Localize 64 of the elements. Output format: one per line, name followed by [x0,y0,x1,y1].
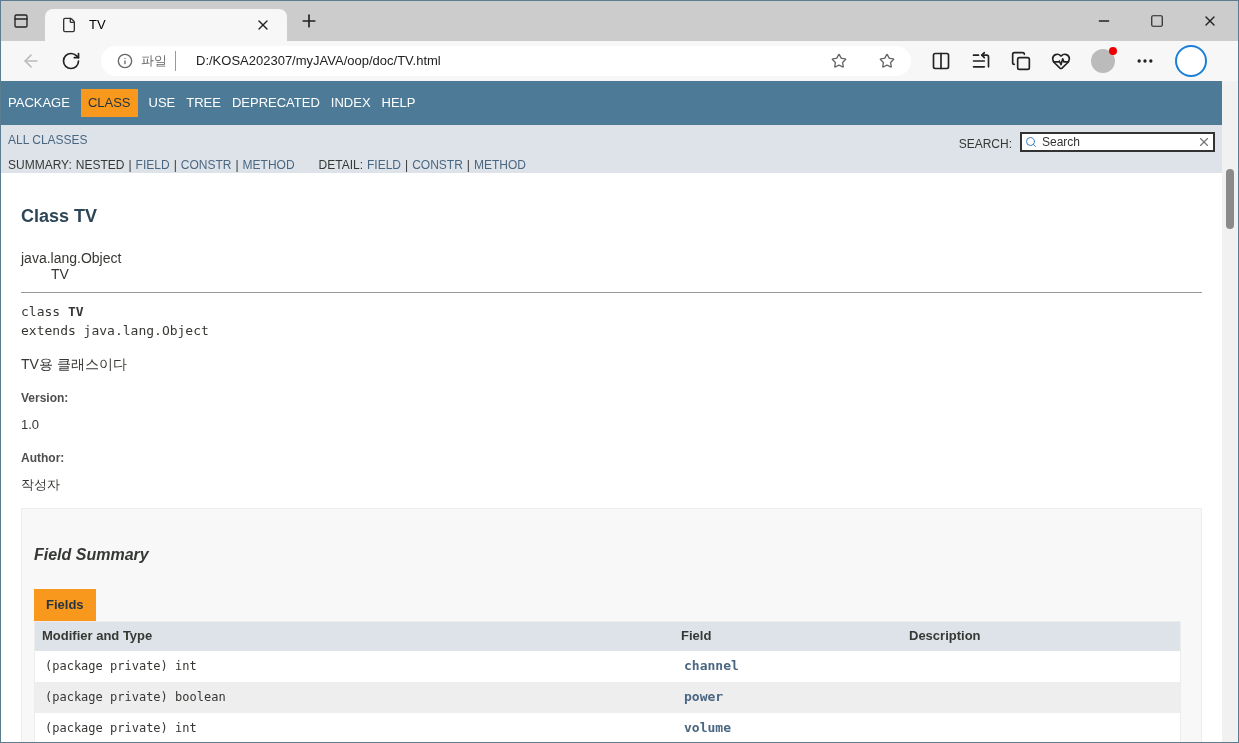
nav-tab[interactable]: CLASS [80,89,138,117]
subnav-link[interactable]: CONSTR [412,156,463,174]
member-name-link[interactable]: volume [684,718,731,738]
class-signature: class TV [21,303,84,321]
subnav-link[interactable]: METHOD [242,156,295,174]
health-icon[interactable] [1051,51,1071,71]
separator: | [128,157,132,174]
separator: | [173,157,177,174]
search-label: SEARCH: [958,136,1012,153]
column-header: Description [909,627,982,646]
nav-tab[interactable]: INDEX [330,89,371,117]
tag-label: Author: [21,449,65,467]
field-summary-heading: Field Summary [34,545,149,565]
nav-tab[interactable]: TREE [186,89,221,117]
separator: | [405,157,409,174]
column-header: Field [681,627,713,646]
subnav-link[interactable]: METHOD [473,156,526,174]
favorites-icon[interactable] [971,51,991,71]
collections-icon[interactable] [1011,51,1031,71]
field-type: (package private) int [45,720,198,737]
nav-tab[interactable]: PACKAGE [8,89,70,117]
address-url: D:/KOSA202307/myJAVA/oop/doc/TV.html [196,52,442,71]
nav-tab[interactable]: DEPRECATED [231,89,320,117]
maximize-icon[interactable] [1150,14,1164,28]
class-title: Class TV [21,205,99,228]
fields-caption: Fields [34,589,96,621]
favorite-star-icon[interactable] [879,53,895,69]
browser-tab[interactable]: TV [45,9,287,41]
all-classes-link[interactable]: ALL CLASSES [8,131,959,149]
column-header: Modifier and Type [42,627,154,646]
inheritance-item: java.lang.Object [21,250,122,266]
separator: | [235,157,239,174]
subnav-text: NESTED [75,157,125,174]
class-signature: extends java.lang.Object [21,322,209,340]
tag-value: 1.0 [21,416,40,434]
member-name-link[interactable]: power [684,687,724,707]
nav-tab[interactable]: USE [148,89,176,117]
summary-label: DETAIL: [318,157,363,174]
profile-avatar[interactable] [1091,49,1115,73]
split-screen-icon[interactable] [931,51,951,71]
reload-icon[interactable] [61,51,81,71]
address-bar[interactable]: 파일 D:/KOSA202307/myJAVA/oop/doc/TV.html [101,46,911,76]
page-icon [61,17,77,33]
tab-panel-icon[interactable] [13,13,29,29]
search-field[interactable]: Search [1020,132,1215,152]
inheritance-item: TV [50,266,69,282]
tag-label: Version: [21,390,69,407]
subnav-link[interactable]: FIELD [367,156,402,174]
class-description: TV용 클래스이다 [21,355,127,374]
search-icon [1025,136,1037,148]
summary-label: SUMMARY: [8,157,72,174]
address-scheme: 파일 [141,51,176,71]
field-type: (package private) int [45,658,198,675]
nav-tab[interactable]: HELP [381,89,416,117]
tab-title: TV [89,16,107,35]
member-name-link[interactable]: channel [684,656,739,676]
clear-icon[interactable] [1197,135,1211,149]
info-icon [117,53,133,69]
subnav-link[interactable]: FIELD [135,156,170,174]
tag-value: 작성자 [21,475,60,494]
subnav-link[interactable]: CONSTR [180,156,232,174]
scrollbar-thumb[interactable] [1226,169,1234,229]
field-type: (package private) boolean [45,689,227,706]
separator: | [466,157,470,174]
